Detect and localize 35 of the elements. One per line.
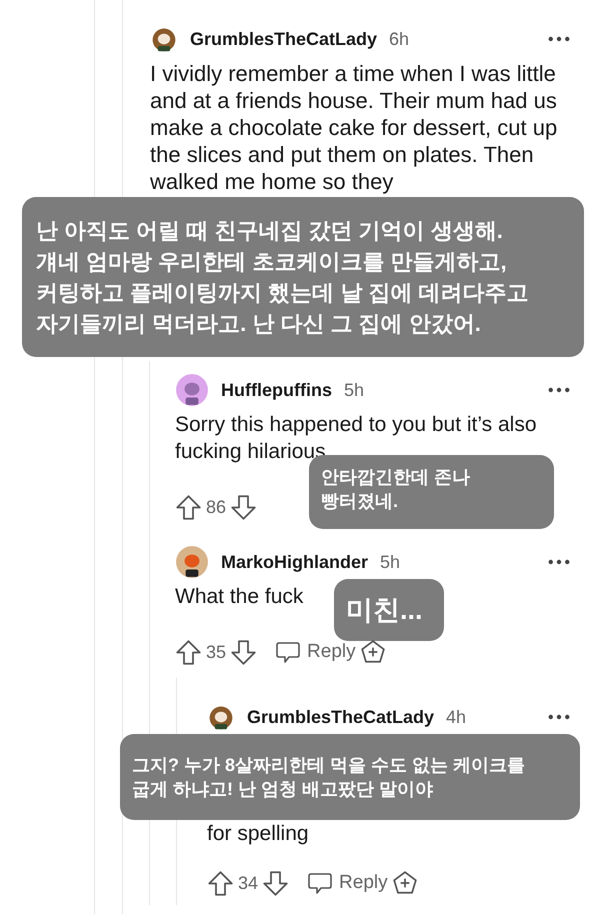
username[interactable]: Hufflepuffins: [221, 380, 332, 400]
speech-bubble-icon: [275, 640, 302, 664]
speech-bubble-icon: [307, 871, 334, 895]
comment-text: for spelling: [207, 821, 310, 847]
more-options-icon[interactable]: [548, 387, 570, 393]
comment-text: I vividly remember a time when I was little and at a friends house. Their mum had us make a chocolate cake for dessert, cut up the slices and put them on plates. Then walked me home so they: [150, 60, 558, 195]
timestamp: 5h: [344, 380, 364, 400]
avatar-icon: [175, 373, 209, 407]
downvote-icon[interactable]: [230, 638, 258, 666]
translation-caption: 그지? 누가 8살짜리한테 먹을 수도 없는 케이크를 굽게 하냐고! 난 엄청 배고팠단 말이야: [120, 734, 580, 820]
more-options-icon[interactable]: [548, 559, 570, 565]
vote-count: 35: [206, 642, 226, 662]
vote-count: 86: [206, 496, 226, 518]
avatar-icon: [175, 545, 209, 579]
upvote-icon[interactable]: [207, 870, 234, 896]
translation-caption: 미친...: [334, 579, 444, 641]
upvote-icon[interactable]: [175, 494, 202, 520]
downvote-icon[interactable]: [230, 494, 258, 520]
timestamp: 5h: [380, 552, 400, 572]
vote-count: 34: [238, 872, 258, 894]
award-icon[interactable]: [392, 870, 418, 896]
timestamp: 4h: [446, 706, 466, 728]
upvote-icon[interactable]: [175, 638, 202, 666]
reply-button[interactable]: Reply: [275, 640, 356, 664]
timestamp: 6h: [389, 28, 410, 50]
award-icon[interactable]: [360, 639, 386, 665]
comment-text: What the fuck: [175, 584, 304, 610]
username[interactable]: GrumblesTheCatLady: [247, 706, 434, 728]
downvote-icon[interactable]: [262, 870, 290, 896]
more-options-icon[interactable]: [548, 714, 570, 720]
translation-caption: 난 아직도 어릴 때 친구네집 갔던 기억이 생생해. 걔네 엄마랑 우리한테 초코케이크를 만들게하고, 커팅하고 플레이팅까지 했는데 날 집에 데려다주고 자기들끼리 먹더라고. 난 다신 그 집에 안갔어.: [22, 197, 584, 357]
reply-button[interactable]: Reply: [307, 871, 388, 895]
username[interactable]: MarkoHighlander: [221, 552, 368, 572]
username[interactable]: GrumblesTheCatLady: [190, 28, 378, 50]
more-options-icon[interactable]: [548, 36, 570, 42]
